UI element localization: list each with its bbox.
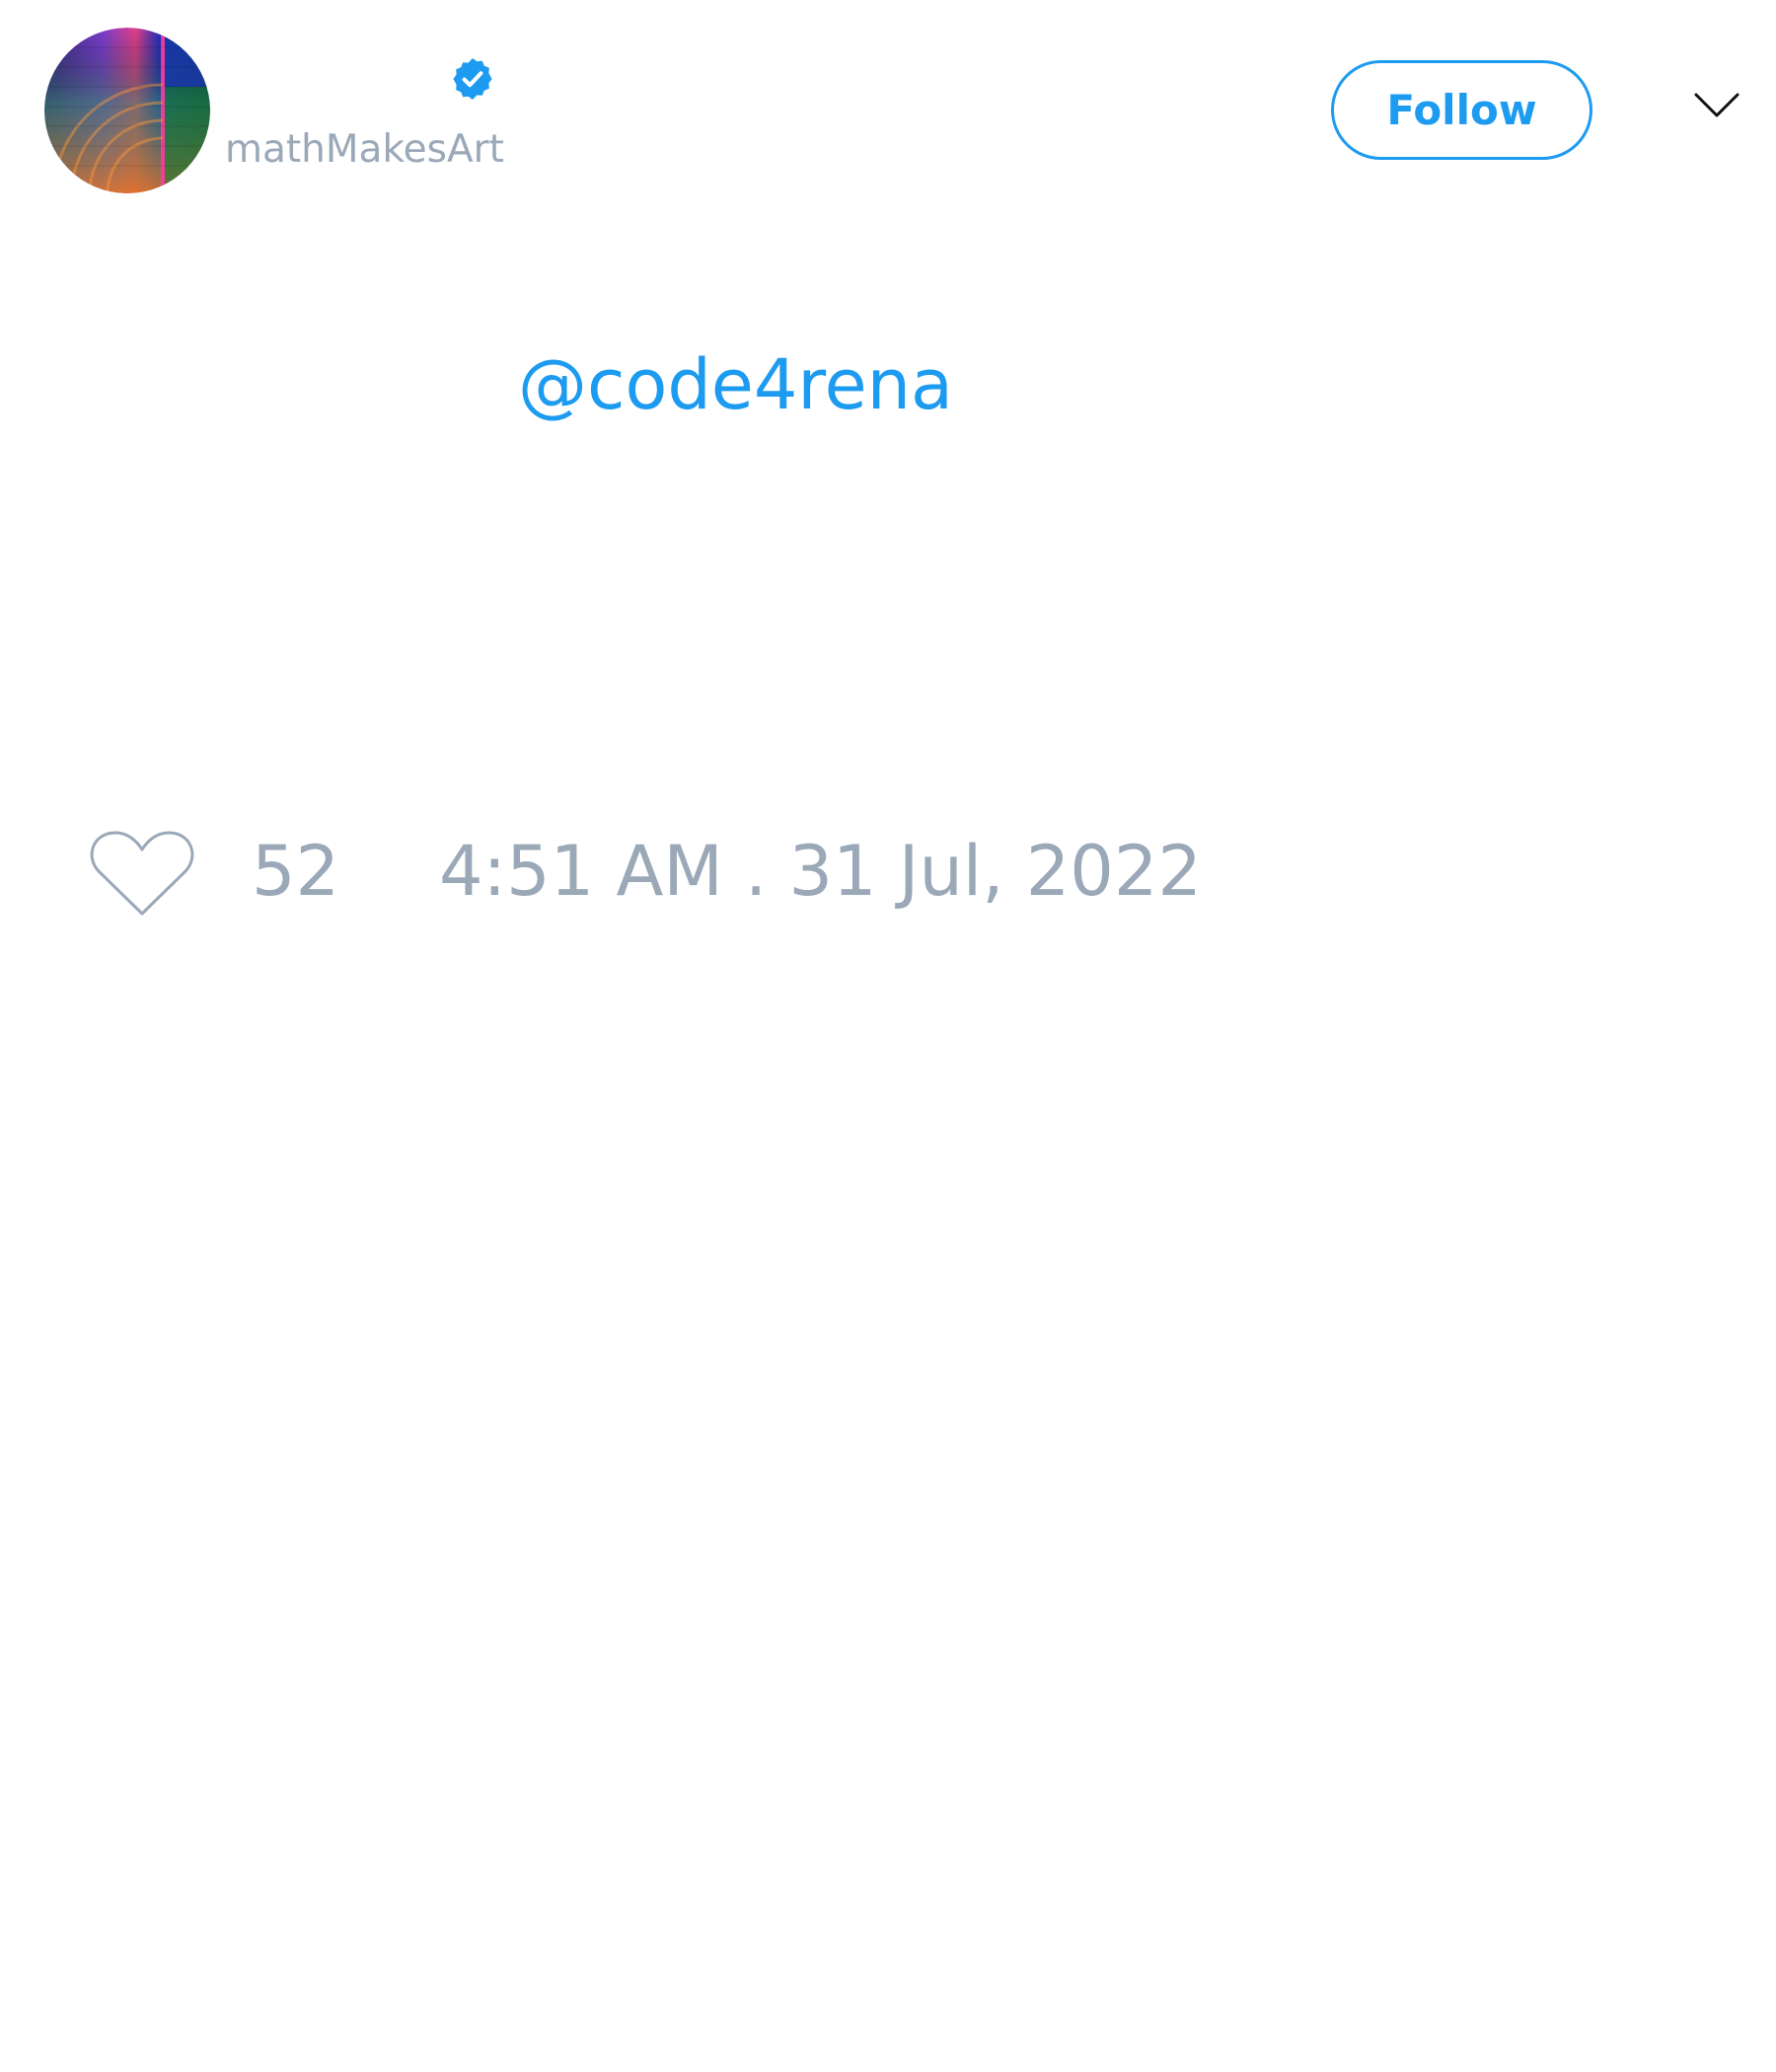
avatar[interactable]	[44, 28, 210, 193]
author-handle[interactable]: mathMakesArt	[225, 124, 504, 176]
follow-button[interactable]: Follow	[1331, 60, 1592, 160]
tweet-timestamp[interactable]: 4:51 AM . 31 Jul, 2022	[439, 832, 1202, 911]
avatar-image	[44, 28, 210, 193]
heart-icon[interactable]	[89, 825, 195, 920]
like-count: 52	[252, 831, 340, 912]
tweet-mention-link[interactable]: @code4rena	[518, 345, 953, 424]
chevron-down-icon[interactable]	[1692, 89, 1741, 122]
verified-badge-icon	[453, 58, 492, 100]
